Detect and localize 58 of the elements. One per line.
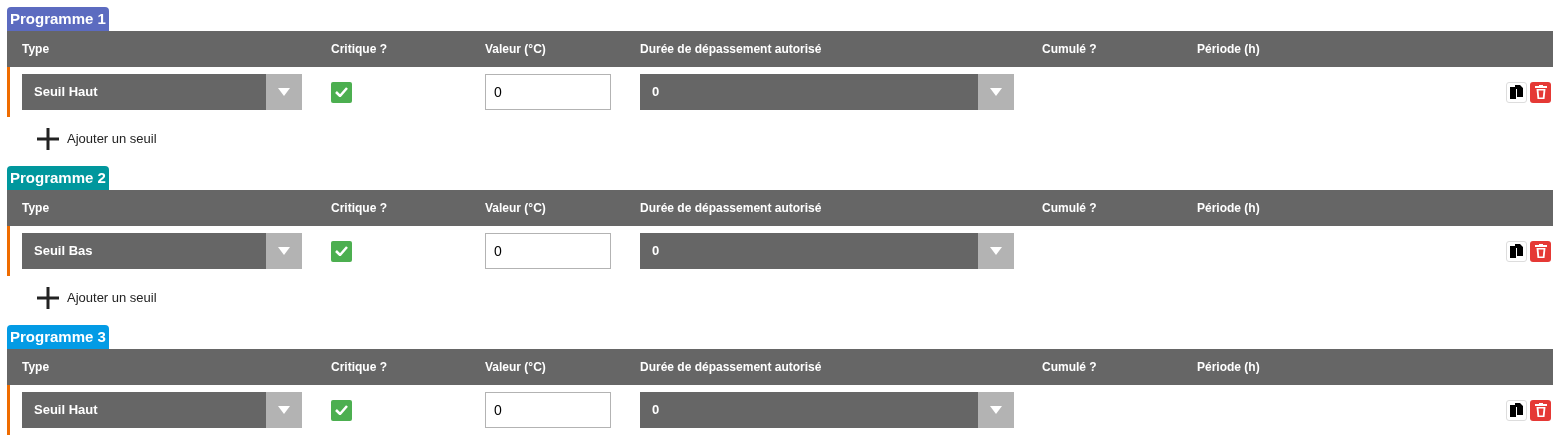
check-icon: [335, 246, 348, 256]
column-header: Période (h): [1197, 201, 1260, 215]
programme-tag: Programme 1: [7, 7, 109, 31]
column-header: Période (h): [1197, 42, 1260, 56]
check-icon: [335, 87, 348, 97]
column-header: Durée de dépassement autorisé: [640, 201, 822, 215]
delete-button[interactable]: [1530, 399, 1551, 421]
caret-icon: [990, 406, 1002, 414]
caret-icon: [990, 88, 1002, 96]
column-header: Durée de dépassement autorisé: [640, 42, 822, 56]
type-select[interactable]: Seuil Haut: [22, 74, 302, 110]
caret-icon: [990, 247, 1002, 255]
type-select[interactable]: Seuil Bas: [22, 233, 302, 269]
copy-icon: [1510, 85, 1523, 99]
critical-checkbox[interactable]: [331, 399, 352, 421]
add-threshold-button[interactable]: Ajouter un seuil: [37, 127, 157, 150]
copy-button[interactable]: [1506, 240, 1527, 262]
column-header: Cumulé ?: [1042, 360, 1097, 374]
value-field[interactable]: 0: [485, 233, 611, 269]
copy-icon: [1510, 403, 1523, 417]
column-header: Type: [22, 360, 50, 374]
type-select[interactable]: Seuil Haut: [22, 392, 302, 428]
programme-tag: Programme 2: [7, 166, 109, 190]
copy-button[interactable]: [1506, 399, 1527, 421]
copy-icon: [1510, 244, 1523, 258]
duration-select[interactable]: 0: [640, 233, 1014, 269]
caret-icon: [278, 406, 290, 414]
column-header: Cumulé ?: [1042, 42, 1097, 56]
column-header: Cumulé ?: [1042, 201, 1097, 215]
programme-tag: Programme 3: [7, 325, 109, 349]
duration-select[interactable]: 0: [640, 74, 1014, 110]
check-icon: [335, 405, 348, 415]
value-field[interactable]: 0: [485, 74, 611, 110]
trash-icon: [1534, 403, 1547, 417]
value-field[interactable]: 0: [485, 392, 611, 428]
plus-icon: [37, 286, 59, 309]
caret-icon: [278, 247, 290, 255]
critical-checkbox[interactable]: [331, 81, 352, 103]
trash-icon: [1534, 244, 1547, 258]
column-header: Période (h): [1197, 360, 1260, 374]
add-threshold-button[interactable]: Ajouter un seuil: [37, 286, 157, 309]
critical-checkbox[interactable]: [331, 240, 352, 262]
column-header: Critique ?: [331, 42, 387, 56]
column-header: Valeur (°C): [485, 42, 546, 56]
column-header: Type: [22, 201, 50, 215]
trash-icon: [1534, 85, 1547, 99]
duration-select[interactable]: 0: [640, 392, 1014, 428]
column-header: Valeur (°C): [485, 201, 546, 215]
column-header: Type: [22, 42, 50, 56]
column-header: Critique ?: [331, 201, 387, 215]
column-header: Durée de dépassement autorisé: [640, 360, 822, 374]
delete-button[interactable]: [1530, 240, 1551, 262]
column-header: Valeur (°C): [485, 360, 546, 374]
copy-button[interactable]: [1506, 81, 1527, 103]
caret-icon: [278, 88, 290, 96]
column-header: Critique ?: [331, 360, 387, 374]
delete-button[interactable]: [1530, 81, 1551, 103]
plus-icon: [37, 127, 59, 150]
